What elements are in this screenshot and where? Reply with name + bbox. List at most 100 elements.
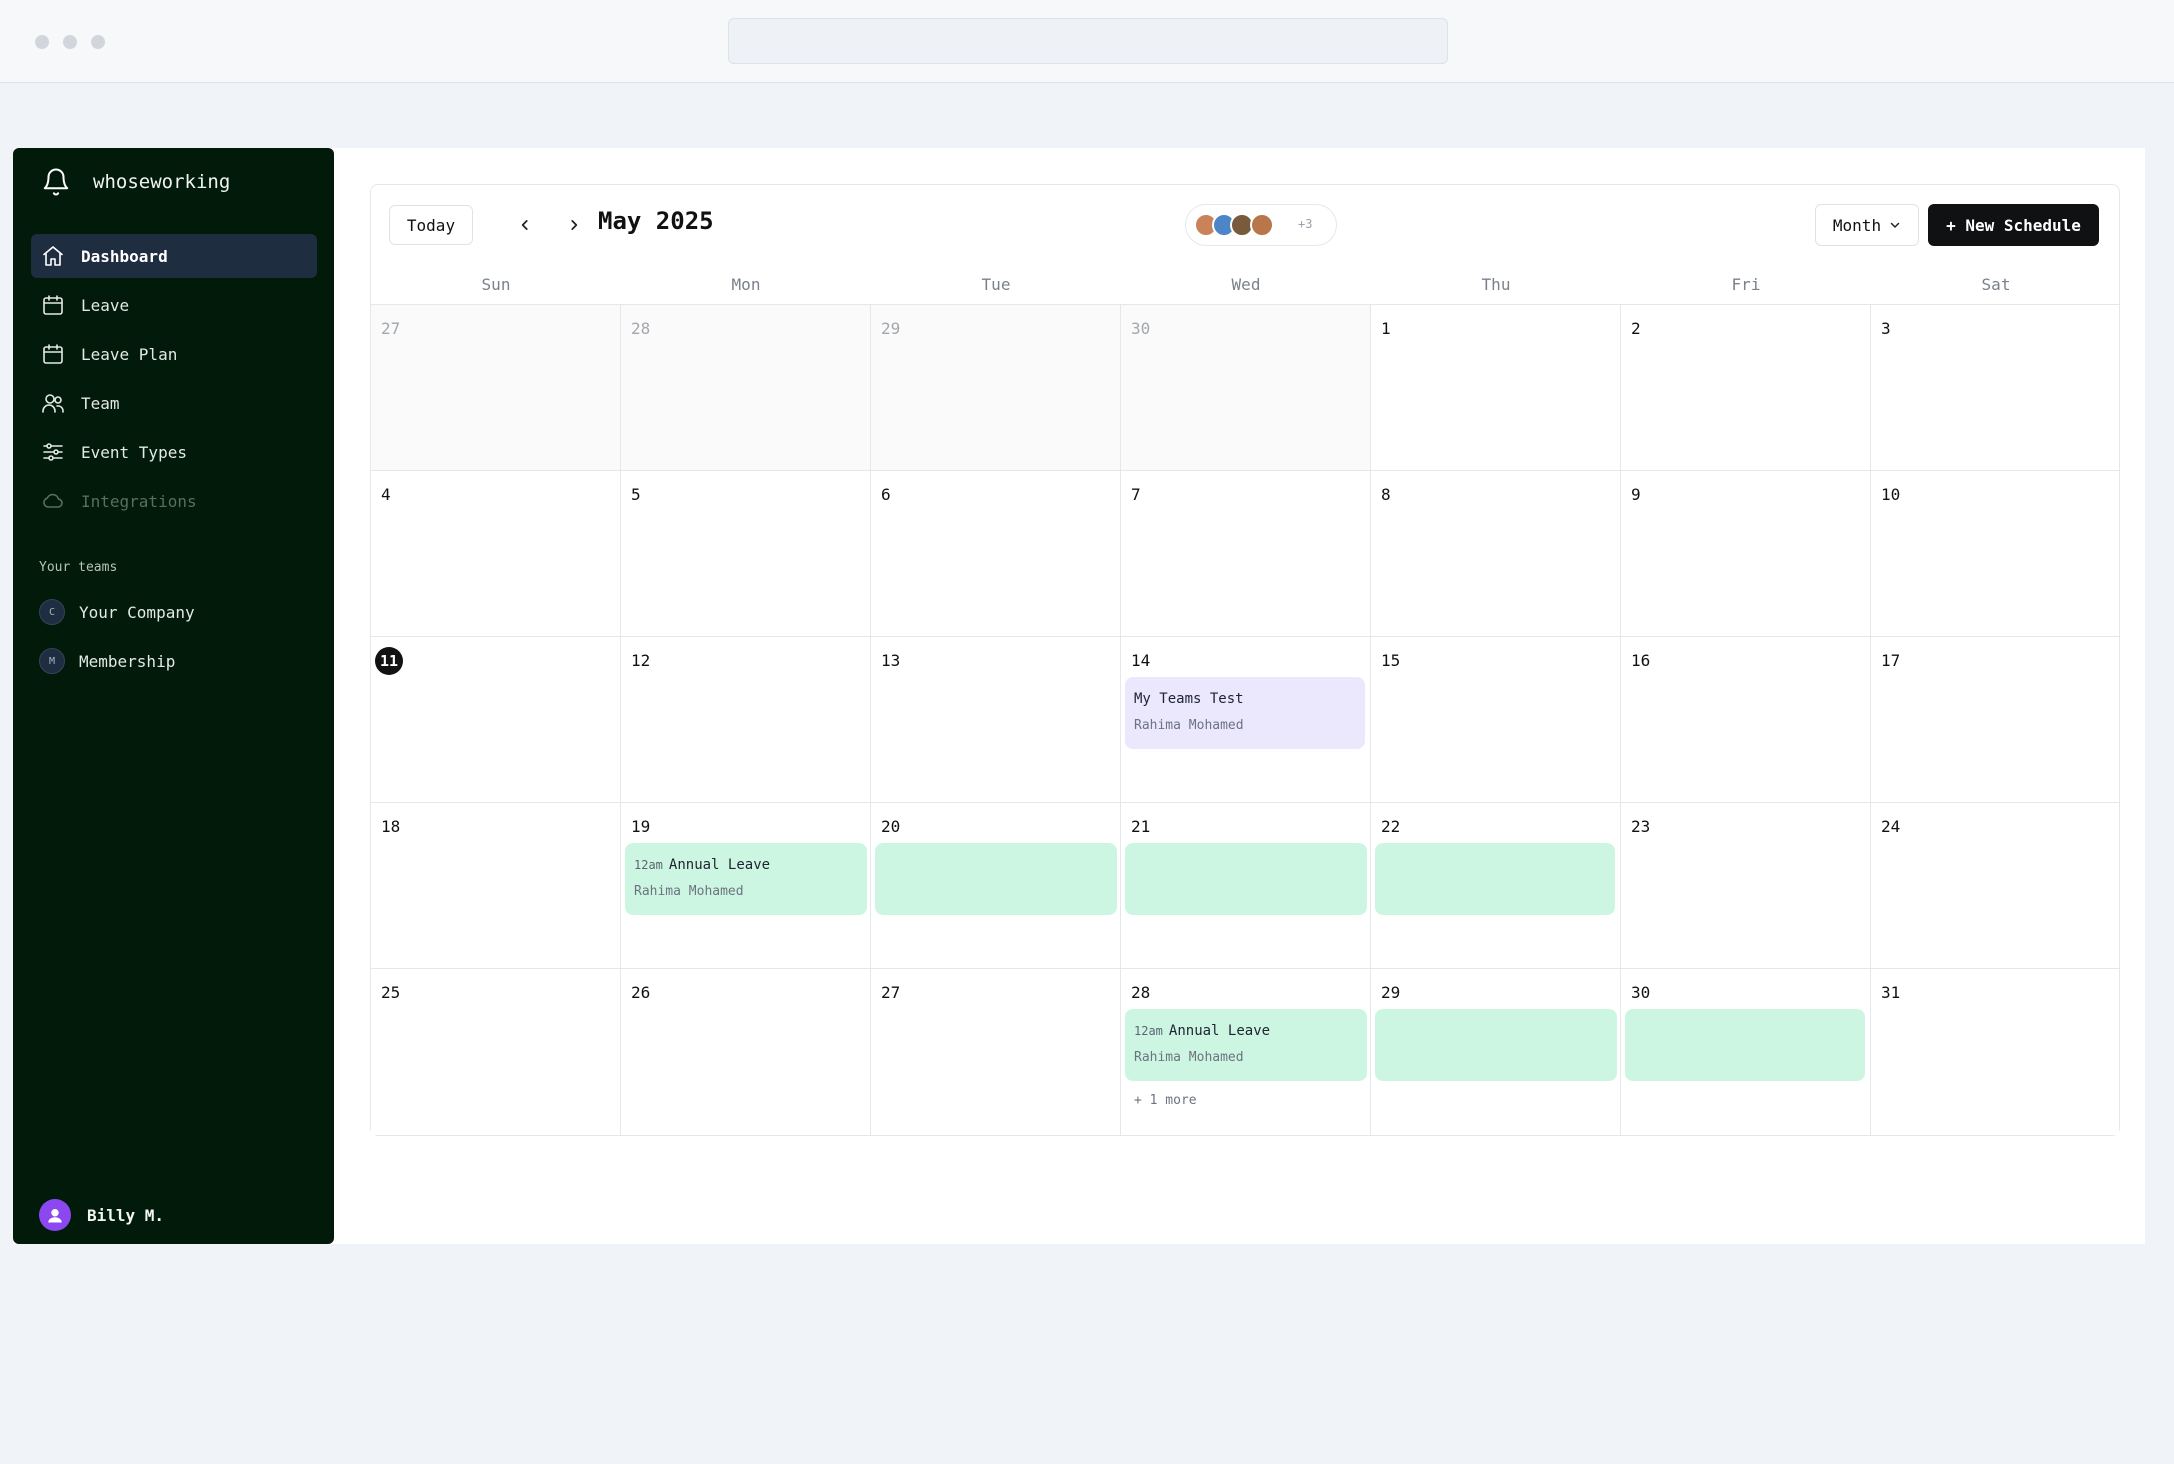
weekday-header: Sun Mon Tue Wed Thu Fri Sat xyxy=(371,265,2119,305)
date-number: 4 xyxy=(381,485,391,504)
date-number: 22 xyxy=(1381,817,1401,836)
calendar-day-cell[interactable]: 29 xyxy=(871,305,1121,471)
window-maximize-dot[interactable] xyxy=(91,35,105,49)
sidebar-item-label: Leave xyxy=(81,295,130,315)
calendar-day-cell[interactable]: 1 xyxy=(1371,305,1621,471)
browser-toolbar xyxy=(0,0,2174,83)
calendar-day-cell[interactable]: 7 xyxy=(1121,471,1371,637)
month-grid: 27 28 29 30 1 2 3 4 5 6 7 8 9 10 11 12 13 14 15 16 17 18 19 20 2… xyxy=(371,305,2119,1135)
sidebar-item-team[interactable]: Team xyxy=(31,381,317,425)
calendar-icon xyxy=(43,295,63,315)
users-icon xyxy=(42,394,64,413)
calendar-day-cell[interactable]: 28 xyxy=(621,305,871,471)
chevron-left-icon xyxy=(521,220,528,230)
calendar-header: Today May 2025 +3 Month + New Schedule xyxy=(371,185,2119,265)
bell-icon xyxy=(43,168,69,196)
today-button[interactable]: Today xyxy=(389,205,473,245)
calendar-day-cell[interactable]: 5 xyxy=(621,471,871,637)
weekday-label: Tue xyxy=(981,275,1011,294)
calendar-day-cell[interactable]: 9 xyxy=(1621,471,1871,637)
chevron-right-icon xyxy=(571,220,578,230)
event-title: Annual Leave xyxy=(1168,1023,1271,1039)
date-number: 23 xyxy=(1631,817,1651,836)
calendar-day-cell[interactable]: 17 xyxy=(1871,637,2119,803)
new-schedule-button[interactable]: + New Schedule xyxy=(1928,204,2099,246)
calendar-icon xyxy=(43,344,63,364)
event-time: 12am xyxy=(634,858,663,872)
calendar-day-cell[interactable]: 10 xyxy=(1871,471,2119,637)
date-number: 20 xyxy=(881,817,901,836)
calendar-day-cell[interactable]: 6 xyxy=(871,471,1121,637)
calendar-day-cell[interactable]: 23 xyxy=(1621,803,1871,969)
date-number: 16 xyxy=(1631,651,1651,670)
sidebar-item-integrations[interactable]: Integrations xyxy=(31,479,317,523)
calendar-day-cell[interactable]: 8 xyxy=(1371,471,1621,637)
calendar-day-cell[interactable]: 4 xyxy=(371,471,621,637)
brand[interactable]: whoseworking xyxy=(41,160,230,204)
team-item-your-company[interactable]: C Your Company xyxy=(39,596,195,628)
calendar-day-cell[interactable]: 11 xyxy=(371,637,621,803)
sidebar-nav: Dashboard Leave Leave Plan Team Event Ty… xyxy=(31,234,317,528)
team-label: Membership xyxy=(79,651,176,671)
event-annual-leave-continued[interactable] xyxy=(1125,843,1367,915)
sidebar-item-label: Team xyxy=(81,393,120,413)
team-item-membership[interactable]: M Membership xyxy=(39,645,175,677)
sidebar-item-label: Integrations xyxy=(81,491,197,511)
window-close-dot[interactable] xyxy=(35,35,49,49)
calendar-day-cell[interactable]: 18 xyxy=(371,803,621,969)
calendar-day-cell[interactable]: 16 xyxy=(1621,637,1871,803)
event-title: My Teams Test xyxy=(1134,691,1244,707)
calendar-day-cell[interactable]: 2 xyxy=(1621,305,1871,471)
app-shell: whoseworking Dashboard Leave Leave Plan … xyxy=(13,148,2145,1244)
sidebar-item-dashboard[interactable]: Dashboard xyxy=(31,234,317,278)
sidebar-item-leave-plan[interactable]: Leave Plan xyxy=(31,332,317,376)
event-annual-leave-continued[interactable] xyxy=(1625,1009,1865,1081)
team-badge: M xyxy=(39,648,65,674)
event-title-line: 12am Annual Leave xyxy=(634,857,770,873)
date-number: 17 xyxy=(1881,651,1901,670)
date-number: 2 xyxy=(1631,319,1641,338)
date-number: 8 xyxy=(1381,485,1391,504)
window-minimize-dot[interactable] xyxy=(63,35,77,49)
calendar-day-cell[interactable]: 13 xyxy=(871,637,1121,803)
user-profile[interactable]: Billy M. xyxy=(39,1199,164,1231)
event-annual-leave-continued[interactable] xyxy=(875,843,1117,915)
event-annual-leave-continued[interactable] xyxy=(1375,1009,1617,1081)
event-person: Rahima Mohamed xyxy=(1134,1050,1244,1065)
date-number: 9 xyxy=(1631,485,1641,504)
view-select-label: Month xyxy=(1832,215,1882,235)
event-annual-leave[interactable]: 12am Annual Leave Rahima Mohamed xyxy=(625,843,867,915)
address-bar[interactable] xyxy=(728,18,1448,64)
calendar-day-cell[interactable]: 26 xyxy=(621,969,871,1135)
calendar-day-cell[interactable]: 27 xyxy=(871,969,1121,1135)
next-month-button[interactable] xyxy=(560,211,588,239)
event-annual-leave-continued[interactable] xyxy=(1375,843,1615,915)
sidebar-item-leave[interactable]: Leave xyxy=(31,283,317,327)
calendar-day-cell[interactable]: 25 xyxy=(371,969,621,1135)
teams-section-label: Your teams xyxy=(39,560,118,575)
more-events-link[interactable]: + 1 more xyxy=(1134,1093,1197,1108)
member-avatars[interactable]: +3 xyxy=(1185,204,1337,246)
event-my-teams-test[interactable]: My Teams Test Rahima Mohamed xyxy=(1125,677,1365,749)
calendar-day-cell[interactable]: 12 xyxy=(621,637,871,803)
calendar-day-cell[interactable]: 3 xyxy=(1871,305,2119,471)
date-number: 14 xyxy=(1131,651,1151,670)
avatar xyxy=(1250,213,1274,237)
calendar-day-cell[interactable]: 24 xyxy=(1871,803,2119,969)
calendar-day-cell[interactable]: 30 xyxy=(1121,305,1371,471)
calendar-day-cell[interactable]: 31 xyxy=(1871,969,2119,1135)
calendar-day-cell[interactable]: 27 xyxy=(371,305,621,471)
date-number: 6 xyxy=(881,485,891,504)
date-number: 24 xyxy=(1881,817,1901,836)
sidebar-item-event-types[interactable]: Event Types xyxy=(31,430,317,474)
prev-month-button[interactable] xyxy=(511,211,539,239)
date-number: 25 xyxy=(381,983,401,1002)
event-time: 12am xyxy=(1134,1024,1163,1038)
weekday-label: Sun xyxy=(481,275,511,294)
sliders-icon xyxy=(43,443,63,461)
view-select[interactable]: Month xyxy=(1815,204,1919,246)
date-number: 30 xyxy=(1131,319,1151,338)
event-annual-leave[interactable]: 12am Annual Leave Rahima Mohamed xyxy=(1125,1009,1367,1081)
avatar xyxy=(39,1199,71,1231)
calendar-day-cell[interactable]: 15 xyxy=(1371,637,1621,803)
